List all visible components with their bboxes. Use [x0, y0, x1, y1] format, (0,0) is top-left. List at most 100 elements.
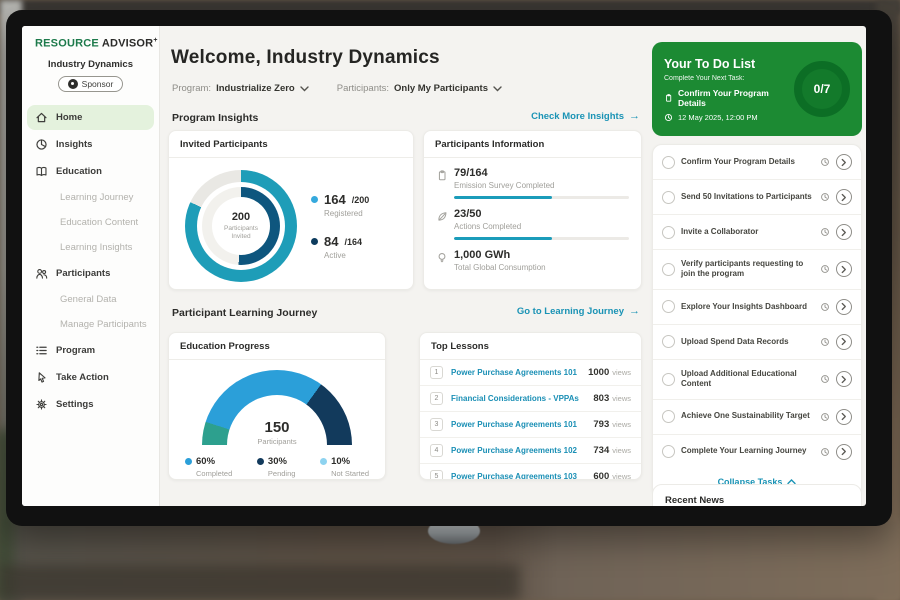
stat-label: Total Global Consumption: [454, 263, 629, 272]
sidebar-item-settings[interactable]: Settings: [27, 392, 154, 417]
sidebar-item-label: Education: [56, 166, 102, 177]
education-progress-card: Education Progress 150 Participants 60% …: [168, 332, 386, 480]
task-checkbox[interactable]: [662, 156, 675, 169]
todo-panel: Your To Do List Complete Your Next Task:…: [652, 26, 862, 506]
task-checkbox[interactable]: [662, 300, 675, 313]
task-row[interactable]: Explore Your Insights Dashboard: [653, 290, 861, 325]
sidebar-item-participants[interactable]: Participants: [27, 261, 154, 286]
legend-not-started: 10% Not Started: [320, 456, 369, 478]
sidebar-item-home[interactable]: Home: [27, 105, 154, 130]
stat-value: 1,000 GWh: [454, 249, 629, 261]
task-row[interactable]: Upload Additional Educational Content: [653, 360, 861, 400]
sidebar-item-manage-participants[interactable]: Manage Participants: [27, 313, 154, 336]
top-lessons-card: Top Lessons 1 Power Purchase Agreements …: [419, 332, 642, 480]
lesson-row: 2 Financial Considerations - VPPAs 803 v…: [420, 386, 641, 412]
filter-bar: Program: Industrialize Zero Participants…: [172, 83, 502, 94]
check-more-insights-link[interactable]: Check More Insights →: [531, 111, 640, 122]
task-open-button[interactable]: [836, 444, 852, 460]
legend-dot: [311, 238, 318, 245]
clipboard-icon: [436, 167, 454, 199]
task-open-button[interactable]: [836, 371, 852, 387]
sidebar-item-label: Participants: [56, 268, 110, 279]
program-insights-heading: Program Insights: [172, 112, 258, 124]
lesson-title-link[interactable]: Power Purchase Agreements 101: [451, 420, 593, 429]
card-title: Top Lessons: [420, 333, 641, 360]
program-filter[interactable]: Program: Industrialize Zero: [172, 83, 309, 94]
task-label: Confirm Your Program Details: [681, 157, 814, 167]
todo-next-date: 12 May 2025, 12:00 PM: [678, 113, 758, 122]
task-label: Invite a Collaborator: [681, 227, 814, 237]
sidebar-item-program[interactable]: Program: [27, 338, 154, 363]
sidebar-item-education-content[interactable]: Education Content: [27, 211, 154, 234]
sidebar-item-learning-journey[interactable]: Learning Journey: [27, 186, 154, 209]
legend-completed: 60% Completed: [185, 456, 232, 478]
stat-label: Actions Completed: [454, 222, 629, 231]
task-row[interactable]: Confirm Your Program Details: [653, 145, 861, 180]
task-open-button[interactable]: [836, 189, 852, 205]
participants-filter[interactable]: Participants: Only My Participants: [337, 83, 502, 94]
gauge-center-value: 150: [202, 419, 352, 436]
sidebar-item-general-data[interactable]: General Data: [27, 288, 154, 311]
go-to-learning-journey-link[interactable]: Go to Learning Journey →: [517, 306, 640, 317]
legend-dot: [311, 196, 318, 203]
task-row[interactable]: Upload Spend Data Records: [653, 325, 861, 360]
progress-bar: [454, 196, 629, 199]
donut-center-label: Participants Invited: [215, 225, 267, 242]
task-checkbox[interactable]: [662, 410, 675, 423]
task-open-button[interactable]: [836, 409, 852, 425]
progress-bar-fill: [454, 196, 552, 199]
lesson-row: 5 Power Purchase Agreements 103 600 view…: [420, 464, 641, 480]
sidebar-item-label: Program: [56, 345, 95, 356]
card-title: Invited Participants: [169, 131, 413, 158]
lesson-title-link[interactable]: Power Purchase Agreements 103: [451, 472, 593, 480]
sidebar-item-learning-insights[interactable]: Learning Insights: [27, 236, 154, 259]
legend-total: /200: [352, 195, 370, 205]
app-logo: RESOURCE ADVISOR+: [22, 26, 159, 50]
task-checkbox[interactable]: [662, 445, 675, 458]
task-checkbox[interactable]: [662, 373, 675, 386]
chevron-down-icon: [300, 86, 309, 92]
task-label: Send 50 Invitations to Participants: [681, 192, 814, 202]
clock-icon: [820, 192, 830, 202]
task-checkbox[interactable]: [662, 191, 675, 204]
sidebar-item-label: Education Content: [60, 217, 138, 228]
task-checkbox[interactable]: [662, 335, 675, 348]
lesson-rank: 5: [430, 470, 443, 480]
lesson-title-link[interactable]: Financial Considerations - VPPAs: [451, 394, 593, 403]
task-row[interactable]: Send 50 Invitations to Participants: [653, 180, 861, 215]
clock-icon: [820, 447, 830, 457]
todo-next-task: Confirm Your Program Details: [678, 88, 786, 108]
task-open-button[interactable]: [836, 261, 852, 277]
task-open-button[interactable]: [836, 224, 852, 240]
lesson-title-link[interactable]: Power Purchase Agreements 101: [451, 368, 588, 377]
task-checkbox[interactable]: [662, 226, 675, 239]
monitor-bezel: RESOURCE ADVISOR+ Industry Dynamics Spon…: [6, 10, 892, 526]
legend-label: Not Started: [331, 469, 369, 478]
program-filter-value: Industrialize Zero: [216, 83, 295, 94]
invited-donut-chart: 200 Participants Invited: [185, 170, 297, 282]
lesson-views-suffix: views: [612, 420, 631, 429]
task-row[interactable]: Invite a Collaborator: [653, 215, 861, 250]
participants-information-card: Participants Information 79/164 Emission…: [423, 130, 642, 290]
task-row[interactable]: Achieve One Sustainability Target: [653, 400, 861, 435]
sidebar-item-label: Learning Journey: [60, 192, 133, 203]
sidebar-item-education[interactable]: Education: [27, 159, 154, 184]
legend-label: Completed: [196, 469, 232, 478]
recent-news-card: Recent News: [652, 484, 862, 506]
task-open-button[interactable]: [836, 299, 852, 315]
legend-value: 60%: [196, 456, 215, 467]
task-checkbox[interactable]: [662, 263, 675, 276]
clock-icon: [664, 113, 673, 122]
sidebar-item-insights[interactable]: Insights: [27, 132, 154, 157]
sidebar-item-take-action[interactable]: Take Action: [27, 365, 154, 390]
task-label: Explore Your Insights Dashboard: [681, 302, 814, 312]
task-row[interactable]: Verify participants requesting to join t…: [653, 250, 861, 290]
lesson-views: 1000: [588, 367, 609, 378]
learning-journey-heading: Participant Learning Journey: [172, 307, 317, 319]
lesson-title-link[interactable]: Power Purchase Agreements 102: [451, 446, 593, 455]
task-open-button[interactable]: [836, 334, 852, 350]
task-row[interactable]: Complete Your Learning Journey: [653, 435, 861, 469]
stat-value: 23/50: [454, 208, 629, 220]
task-open-button[interactable]: [836, 154, 852, 170]
legend-value: 10%: [331, 456, 350, 467]
